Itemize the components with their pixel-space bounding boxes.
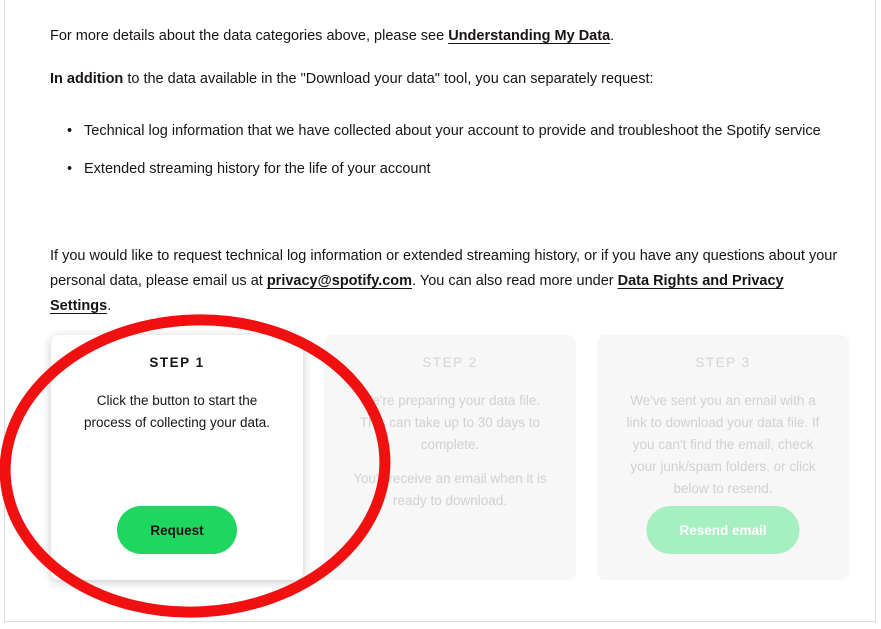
step-1-text: Click the button to start the process of… bbox=[83, 393, 271, 430]
privacy-email-link[interactable]: privacy@spotify.com bbox=[267, 273, 412, 289]
addition-bold: In addition bbox=[50, 71, 124, 87]
step-3-card: STEP 3 We've sent you an email with a li… bbox=[597, 335, 849, 580]
list-item: Technical log information that we have c… bbox=[67, 119, 840, 144]
contact-paragraph: If you would like to request technical l… bbox=[50, 244, 840, 319]
step-2-note: You'll receive an email when it is ready… bbox=[353, 471, 547, 508]
understanding-my-data-link[interactable]: Understanding My Data bbox=[448, 28, 610, 44]
step-2-title: STEP 2 bbox=[422, 355, 478, 370]
intro-paragraph: For more details about the data categori… bbox=[50, 24, 840, 49]
step-2-text: We're preparing your data file. This can… bbox=[359, 393, 541, 452]
resend-email-button[interactable]: Resend email bbox=[646, 506, 800, 554]
request-button[interactable]: Request bbox=[117, 506, 237, 554]
step-3-text: We've sent you an email with a link to d… bbox=[626, 393, 820, 496]
intro-text: For more details about the data categori… bbox=[50, 28, 449, 44]
step-1-title: STEP 1 bbox=[149, 355, 205, 370]
intro-text-end: . bbox=[610, 28, 615, 44]
list-item: Extended streaming history for the life … bbox=[67, 157, 840, 182]
step-1-card: STEP 1 Click the button to start the pro… bbox=[51, 335, 303, 580]
contact-text-middle: . You can also read more under bbox=[412, 273, 618, 289]
contact-text-end: . bbox=[107, 298, 112, 314]
addition-paragraph: In addition to the data available in the… bbox=[50, 67, 840, 92]
request-list: Technical log information that we have c… bbox=[50, 119, 840, 195]
addition-text: to the data available in the "Download y… bbox=[123, 71, 654, 87]
step-3-title: STEP 3 bbox=[695, 355, 751, 370]
step-2-card: STEP 2 We're preparing your data file. T… bbox=[324, 335, 576, 580]
